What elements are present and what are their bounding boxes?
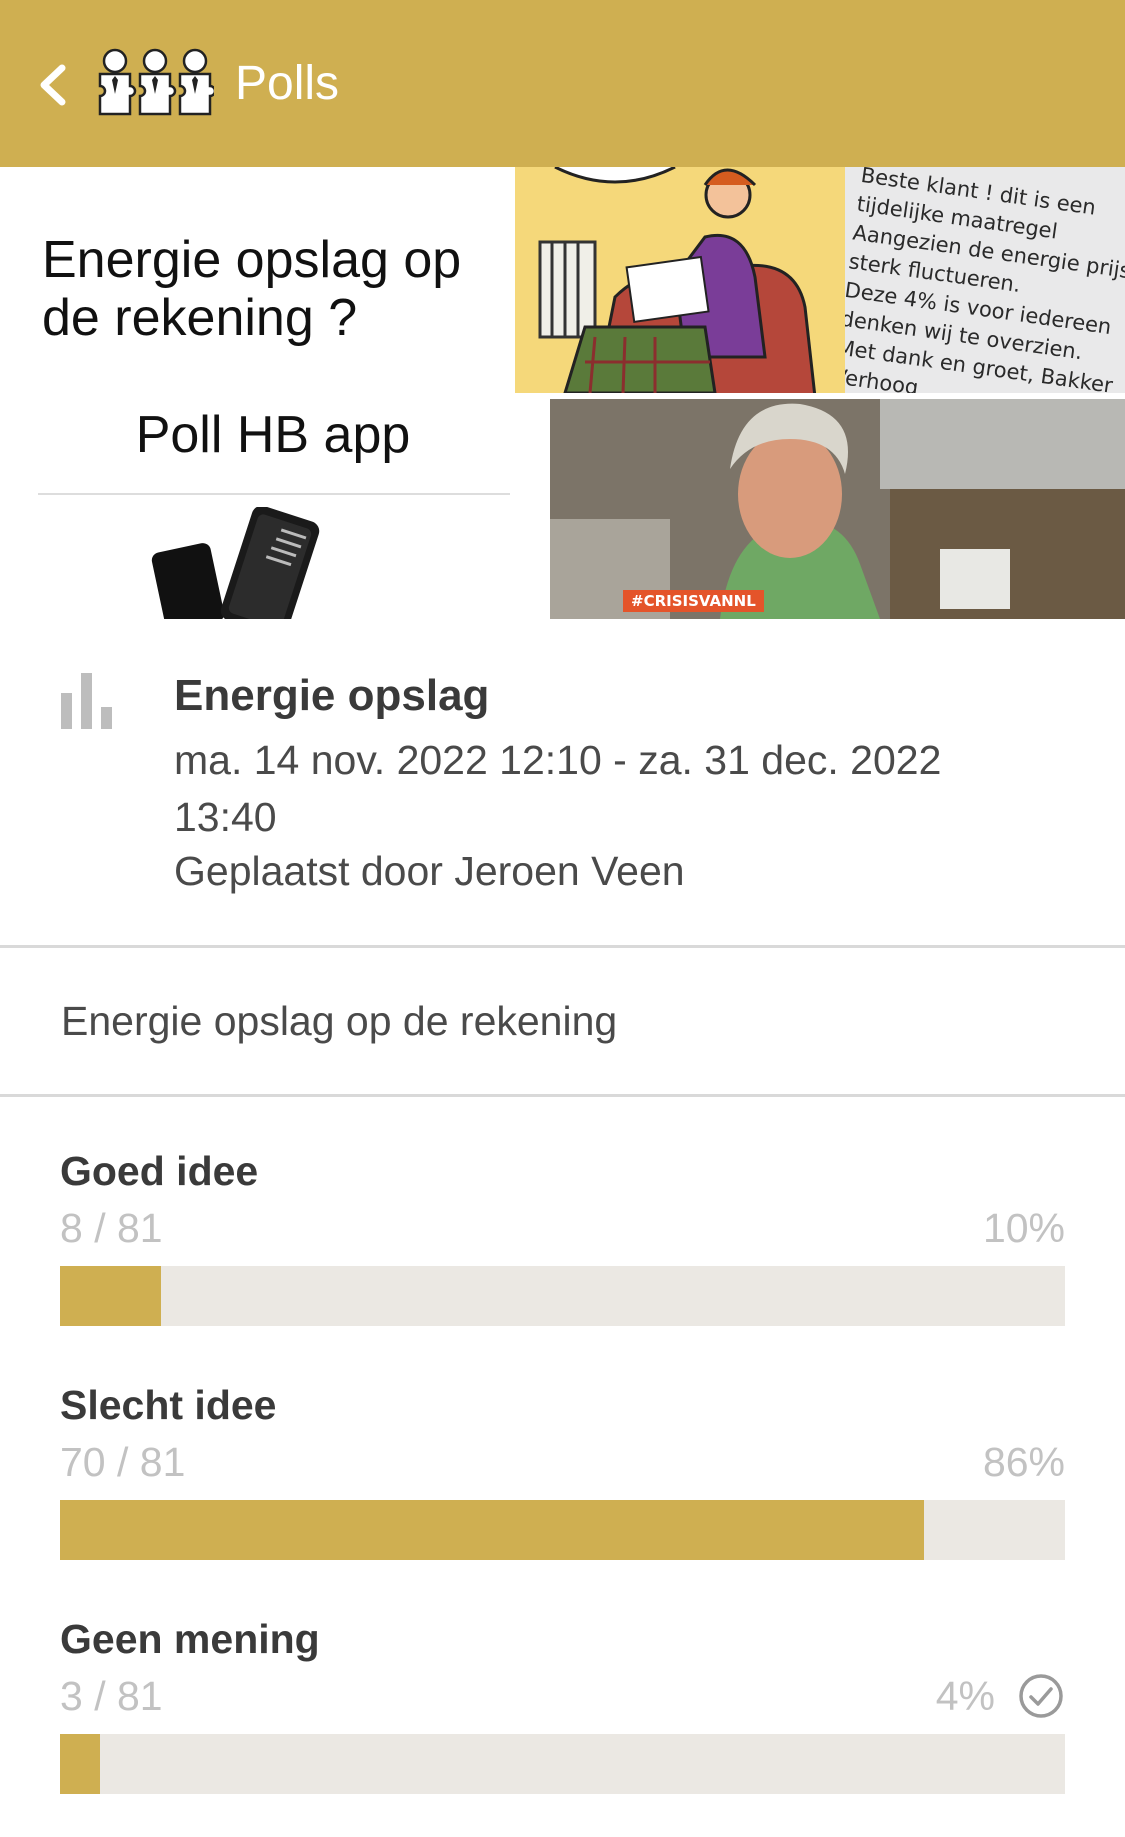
poll-title: Energie opslag	[174, 671, 490, 720]
option-percentage: 4%	[935, 1673, 995, 1719]
poll-option-goed-idee[interactable]: Goed idee 8 / 81 10%	[60, 1148, 1065, 1348]
poll-date-range: ma. 14 nov. 2022 12:10 - za. 31 dec. 202…	[174, 737, 942, 840]
check-circle-icon	[1019, 1674, 1063, 1718]
option-vote-count: 3 / 81	[60, 1673, 163, 1719]
page-title: Polls	[235, 57, 340, 110]
option-label: Slecht idee	[60, 1382, 277, 1428]
option-progress-fill	[60, 1266, 161, 1326]
option-progress-bar	[60, 1500, 1065, 1560]
banner-text-panel: Energie opslag op de rekening ? Poll HB …	[0, 167, 540, 619]
option-vote-count: 8 / 81	[60, 1205, 163, 1251]
option-progress-bar	[60, 1266, 1065, 1326]
option-vote-count: 70 / 81	[60, 1439, 186, 1485]
cartoon-illustration	[515, 167, 845, 393]
kitchen-scene	[550, 399, 1125, 619]
app-header: Polls	[0, 0, 1125, 167]
logo-icon	[98, 48, 214, 116]
option-progress-bar	[60, 1734, 1065, 1794]
photo-hashtag: #CRISISVANNL	[623, 590, 764, 612]
option-percentage: 86%	[982, 1439, 1065, 1485]
kitchen-photo: #CRISISVANNL	[550, 399, 1125, 619]
banner-subtitle: Poll HB app	[135, 406, 411, 464]
poll-option-geen-mening[interactable]: Geen mening 3 / 81 4%	[60, 1616, 1065, 1816]
option-label: Geen mening	[60, 1616, 320, 1662]
letter-image: Beste klant ! dit is een tijdelijke maat…	[845, 167, 1125, 393]
option-progress-fill	[60, 1734, 101, 1794]
bar-chart-icon	[61, 673, 112, 729]
poll-author: Geplaatst door Jeroen Veen	[174, 848, 685, 894]
banner-divider	[38, 493, 510, 495]
poll-option-slecht-idee[interactable]: Slecht idee 70 / 81 86%	[60, 1382, 1065, 1582]
option-progress-fill	[60, 1500, 925, 1560]
option-percentage: 10%	[982, 1205, 1065, 1251]
phones-illustration	[151, 507, 320, 619]
back-arrow-icon[interactable]	[22, 50, 92, 120]
poll-banner-image: Energie opslag op de rekening ? Poll HB …	[0, 167, 1125, 619]
divider	[0, 945, 1125, 948]
divider	[0, 1094, 1125, 1097]
option-label: Goed idee	[60, 1148, 259, 1194]
banner-title: Energie opslag op de rekening ?	[42, 231, 462, 347]
letter-text: Beste klant ! dit is een tijdelijke maat…	[845, 167, 1125, 393]
poll-question: Energie opslag op de rekening	[61, 998, 618, 1044]
